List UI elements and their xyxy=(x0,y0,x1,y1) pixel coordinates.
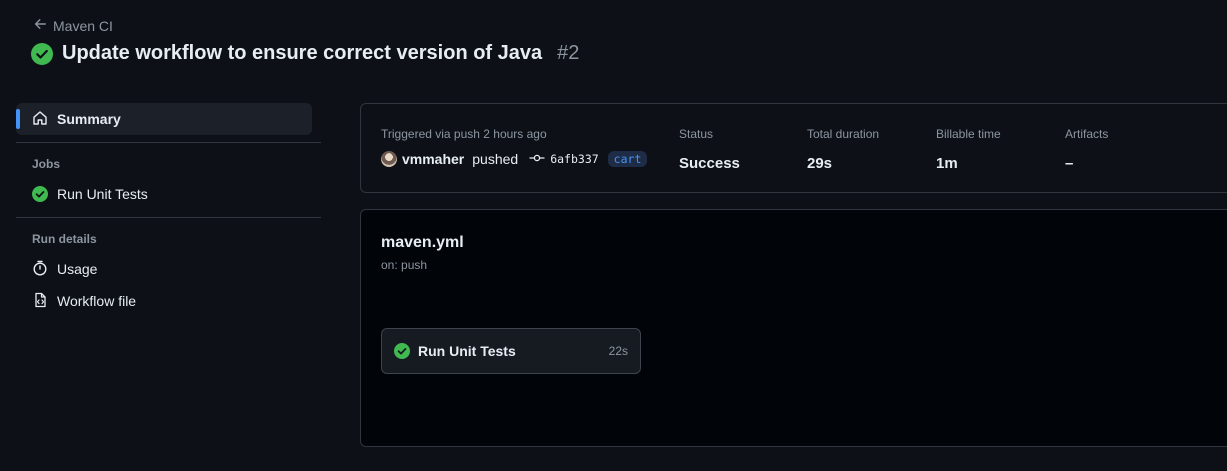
artifacts-label: Artifacts xyxy=(1065,127,1109,141)
check-circle-icon xyxy=(32,186,48,202)
workflow-file-name: maven.yml xyxy=(381,234,464,251)
stopwatch-icon xyxy=(32,260,48,279)
divider xyxy=(16,142,321,143)
divider xyxy=(16,217,321,218)
sidebar-item-usage[interactable]: Usage xyxy=(16,253,321,285)
status-value: Success xyxy=(679,154,740,172)
back-link[interactable]: Maven CI xyxy=(33,17,113,34)
run-details-heading: Run details xyxy=(32,232,97,246)
job-card[interactable]: Run Unit Tests 22s xyxy=(381,328,641,374)
back-link-label: Maven CI xyxy=(53,17,113,34)
sidebar-item-label: Usage xyxy=(57,261,98,277)
run-summary-card: Triggered via push 2 hours ago vmmaher p… xyxy=(360,103,1227,193)
artifacts-column: Artifacts – xyxy=(1065,127,1108,173)
commit-sha: 6afb337 xyxy=(550,152,599,166)
file-code-icon xyxy=(32,292,48,311)
sidebar: Summary Jobs Run Unit Tests Run details … xyxy=(16,103,321,317)
trigger-column: Triggered via push 2 hours ago vmmaher p… xyxy=(381,127,648,167)
workflow-graph: maven.yml on: push Run Unit Tests 22s xyxy=(360,209,1227,447)
sidebar-item-label: Summary xyxy=(57,111,121,127)
duration-column: Total duration 29s xyxy=(807,127,879,173)
commit-link[interactable]: 6afb337 xyxy=(529,152,599,166)
status-label: Status xyxy=(679,127,714,141)
page-title: Update workflow to ensure correct versio… xyxy=(31,42,579,65)
billable-label: Billable time xyxy=(936,127,1001,141)
home-icon xyxy=(32,110,48,129)
trigger-text: Triggered via push 2 hours ago xyxy=(381,127,547,141)
jobs-heading: Jobs xyxy=(32,157,61,171)
duration-value: 29s xyxy=(807,154,833,172)
sidebar-item-label: Run Unit Tests xyxy=(57,186,148,202)
avatar[interactable] xyxy=(381,151,397,167)
check-circle-icon xyxy=(394,343,410,359)
sidebar-item-job[interactable]: Run Unit Tests xyxy=(16,178,321,210)
sidebar-item-workflow-file[interactable]: Workflow file xyxy=(16,285,321,317)
job-name: Run Unit Tests xyxy=(418,343,516,359)
sidebar-item-label: Workflow file xyxy=(57,293,137,309)
duration-label: Total duration xyxy=(807,127,880,141)
actor-link[interactable]: vmmaher xyxy=(402,151,464,167)
action-text: pushed xyxy=(472,151,519,167)
billable-column: Billable time 1m xyxy=(936,127,1001,173)
trigger-details: vmmaher pushed 6afb337 cart xyxy=(381,151,648,167)
run-title: Update workflow to ensure correct versio… xyxy=(62,42,543,64)
check-circle-icon xyxy=(31,42,53,65)
job-duration: 22s xyxy=(608,344,628,358)
sidebar-item-summary[interactable]: Summary xyxy=(16,103,312,135)
workflow-trigger: on: push xyxy=(381,258,428,272)
status-column: Status Success xyxy=(679,127,740,173)
artifacts-value: – xyxy=(1065,154,1074,172)
branch-label[interactable]: cart xyxy=(607,151,648,167)
arrow-left-icon xyxy=(33,17,47,34)
run-number: #2 xyxy=(557,42,580,64)
git-commit-icon xyxy=(529,152,545,166)
billable-value: 1m xyxy=(936,154,958,172)
